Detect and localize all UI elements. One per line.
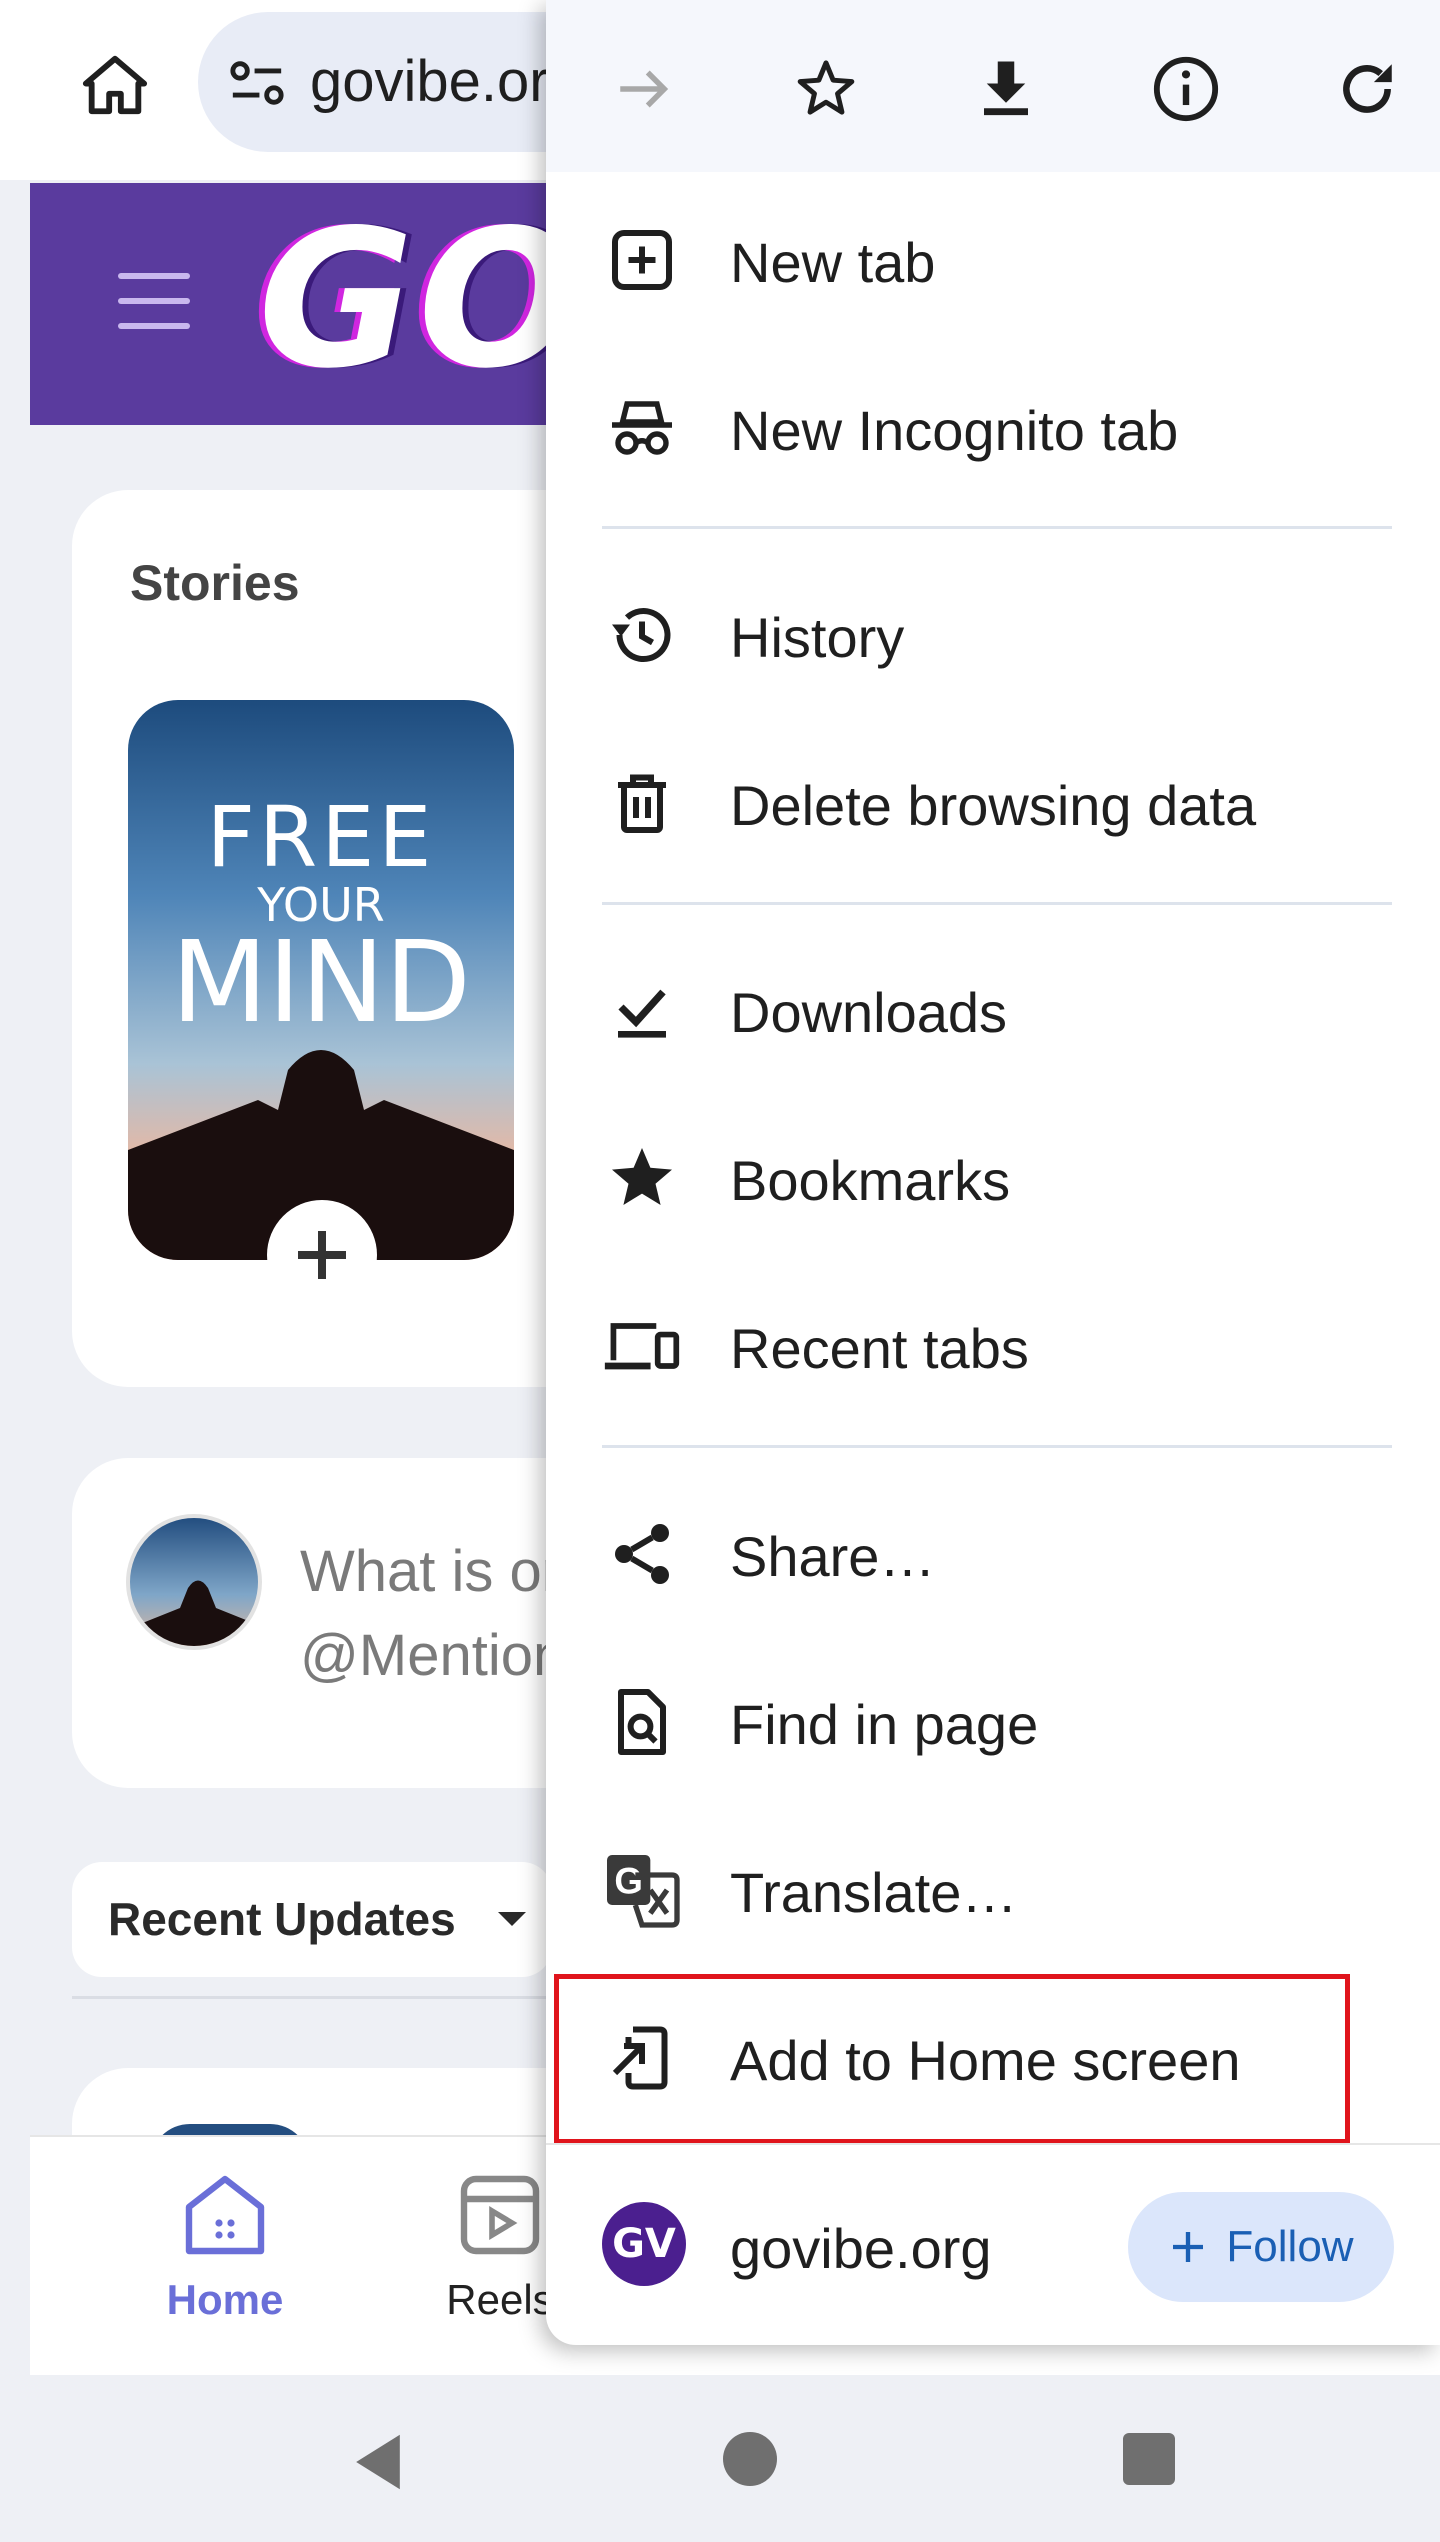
menu-footer-separator (546, 2143, 1440, 2145)
menu-label-recent-tabs: Recent tabs (730, 1317, 1029, 1380)
recent-apps-icon[interactable] (1123, 2433, 1175, 2485)
menu-toolbar (546, 0, 1440, 172)
site-follow-row: GV govibe.org Follow (546, 2160, 1440, 2330)
reload-icon[interactable] (1322, 44, 1412, 134)
menu-item-share[interactable]: Share… (546, 1474, 1440, 1634)
follow-label: Follow (1226, 2222, 1354, 2271)
menu-item-history[interactable]: History (546, 555, 1440, 715)
site-favicon: GV (602, 2202, 686, 2286)
menu-item-translate[interactable]: G Translate… (546, 1810, 1440, 1970)
menu-item-delete-browsing-data[interactable]: Delete browsing data (546, 723, 1440, 883)
forward-icon[interactable] (600, 44, 690, 134)
find-icon (602, 1682, 682, 1762)
site-name: govibe.org (730, 2217, 992, 2280)
history-icon (602, 595, 682, 675)
recent-updates-label: Recent Updates (108, 1893, 456, 1945)
add-story-button[interactable] (267, 1200, 377, 1310)
menu-label-new-tab: New tab (730, 231, 936, 294)
story-text-line1: FREE (206, 788, 436, 886)
story-thumbnail[interactable]: FREE YOUR MIND (128, 700, 514, 1260)
info-icon[interactable] (1141, 44, 1231, 134)
svg-text:G: G (614, 1860, 643, 1901)
downloads-icon (602, 970, 682, 1050)
menu-item-find-in-page[interactable]: Find in page (546, 1642, 1440, 1802)
menu-item-bookmarks[interactable]: Bookmarks (546, 1098, 1440, 1258)
menu-separator (602, 1445, 1392, 1448)
menu-label-bookmarks: Bookmarks (730, 1149, 1011, 1212)
home-nav-icon (185, 2175, 265, 2255)
trash-icon (602, 763, 682, 843)
caret-down-icon (498, 1912, 526, 1926)
reels-icon (460, 2175, 540, 2255)
menu-label-history: History (730, 606, 905, 669)
incognito-icon (602, 388, 682, 468)
menu-separator (602, 526, 1392, 529)
menu-label-find-in-page: Find in page (730, 1693, 1039, 1756)
back-icon[interactable] (350, 2432, 406, 2497)
plus-icon (1173, 2232, 1204, 2262)
system-home-icon[interactable] (723, 2432, 777, 2486)
menu-separator (602, 902, 1392, 905)
devices-icon (602, 1306, 682, 1386)
url-text: govibe.org (310, 49, 581, 114)
menu-item-new-tab[interactable]: New tab (546, 180, 1440, 340)
follow-button[interactable]: Follow (1128, 2192, 1394, 2302)
tune-icon[interactable] (228, 58, 286, 113)
recent-updates-dropdown[interactable]: Recent Updates (72, 1862, 552, 1977)
menu-label-share: Share… (730, 1525, 936, 1588)
star-icon (602, 1138, 682, 1218)
bookmark-star-icon[interactable] (781, 44, 871, 134)
nav-home[interactable]: Home (130, 2167, 320, 2324)
translate-icon: G (602, 1850, 682, 1930)
browser-overflow-menu: New tab New Incognito tab History Delete… (546, 0, 1440, 2345)
nav-home-label: Home (166, 2276, 284, 2323)
menu-item-downloads[interactable]: Downloads (546, 930, 1440, 1090)
menu-label-translate: Translate… (730, 1861, 1018, 1924)
hamburger-menu-icon[interactable] (118, 273, 190, 329)
new-tab-icon (602, 220, 682, 300)
menu-item-new-incognito-tab[interactable]: New Incognito tab (546, 348, 1440, 508)
story-text-line3: MIND (171, 918, 471, 1048)
home-icon[interactable] (70, 40, 160, 130)
menu-label-new-incognito-tab: New Incognito tab (730, 399, 1179, 462)
stories-title: Stories (130, 555, 300, 611)
menu-item-recent-tabs[interactable]: Recent tabs (546, 1266, 1440, 1426)
system-navigation-bar (30, 2377, 1440, 2542)
download-icon[interactable] (961, 44, 1051, 134)
share-icon (602, 1514, 682, 1594)
menu-label-downloads: Downloads (730, 981, 1008, 1044)
highlight-box (554, 1974, 1350, 2144)
avatar (126, 1514, 262, 1650)
menu-label-delete-browsing-data: Delete browsing data (730, 774, 1257, 837)
